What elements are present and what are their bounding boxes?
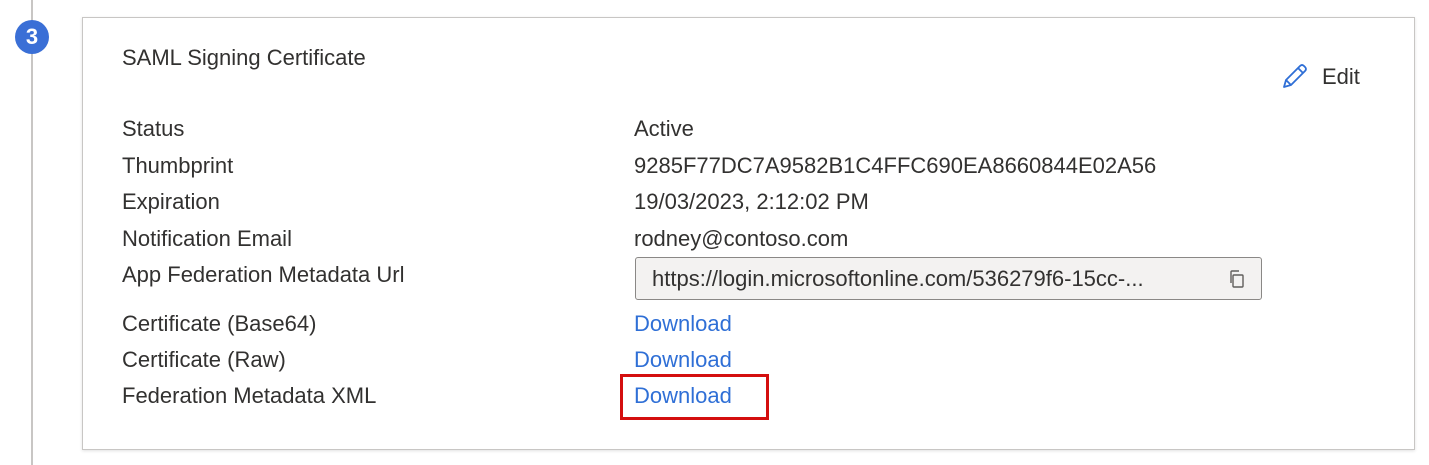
copy-icon[interactable] bbox=[1227, 269, 1247, 289]
step-connector-line bbox=[31, 0, 33, 465]
metadata-url-field[interactable]: https://login.microsoftonline.com/536279… bbox=[635, 257, 1262, 300]
thumbprint-value: 9285F77DC7A9582B1C4FFC690EA8660844E02A56 bbox=[634, 153, 1157, 178]
card-title: SAML Signing Certificate bbox=[122, 45, 366, 70]
cert-base64-download-container: Download bbox=[634, 310, 732, 338]
federation-xml-label: Federation Metadata XML bbox=[122, 383, 377, 408]
saml-certificate-card: SAML Signing Certificate Edit Status Act… bbox=[82, 17, 1415, 450]
thumbprint-label: Thumbprint bbox=[122, 153, 234, 178]
status-label: Status bbox=[122, 116, 185, 141]
highlight-annotation-box bbox=[620, 374, 769, 420]
cert-raw-download-container: Download bbox=[634, 346, 732, 374]
pencil-icon bbox=[1283, 64, 1307, 88]
expiration-label: Expiration bbox=[122, 189, 220, 214]
page: 3 SAML Signing Certificate Edit Status A… bbox=[0, 0, 1429, 465]
cert-raw-label: Certificate (Raw) bbox=[122, 347, 286, 372]
metadata-url-value[interactable]: https://login.microsoftonline.com/536279… bbox=[636, 266, 1212, 292]
step-number-badge: 3 bbox=[15, 20, 49, 54]
cert-base64-download-link[interactable]: Download bbox=[634, 311, 732, 336]
notification-email-label: Notification Email bbox=[122, 226, 292, 251]
edit-button[interactable]: Edit bbox=[1278, 60, 1360, 94]
cert-base64-label: Certificate (Base64) bbox=[122, 311, 317, 336]
notification-email-value: rodney@contoso.com bbox=[634, 226, 849, 251]
status-value: Active bbox=[634, 116, 694, 141]
metadata-url-label: App Federation Metadata Url bbox=[122, 262, 405, 287]
cert-raw-download-link[interactable]: Download bbox=[634, 347, 732, 372]
expiration-value: 19/03/2023, 2:12:02 PM bbox=[634, 189, 869, 214]
edit-button-label: Edit bbox=[1322, 64, 1360, 89]
